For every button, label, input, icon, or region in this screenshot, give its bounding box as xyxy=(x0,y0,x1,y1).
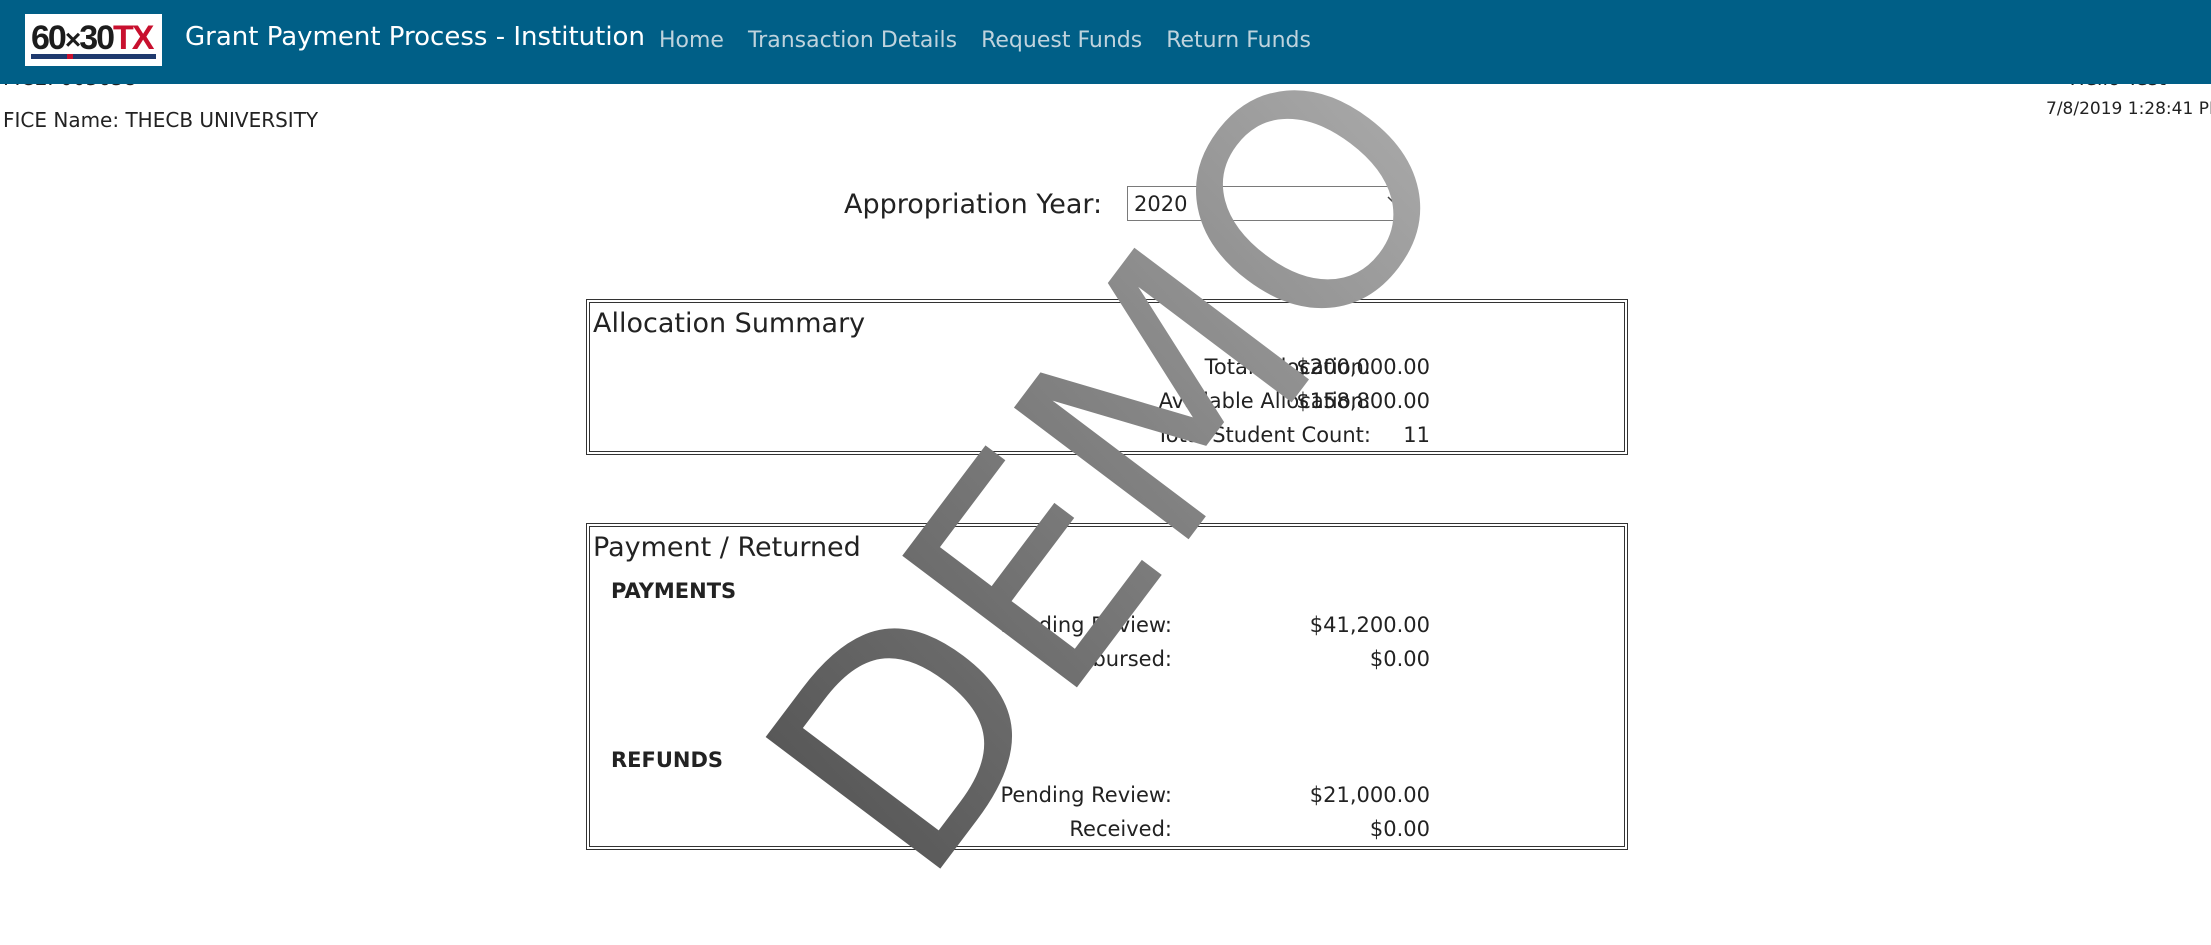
nav-link-return-funds[interactable]: Return Funds xyxy=(1166,26,1311,56)
brand-logo[interactable]: 60×30TX xyxy=(25,14,162,66)
main-nav: Home Transaction Details Request Funds R… xyxy=(659,26,1335,56)
nav-link-transaction-details[interactable]: Transaction Details xyxy=(748,26,957,56)
app-title: Grant Payment Process - Institution xyxy=(185,22,645,52)
available-allocation-value: $158,800.00 xyxy=(1296,389,1430,413)
nav-link-home[interactable]: Home xyxy=(659,26,724,56)
refunds-heading: REFUNDS xyxy=(611,748,724,772)
total-student-count-value: 11 xyxy=(1403,423,1430,447)
fice-name: FICE Name: THECB UNIVERSITY xyxy=(3,108,319,132)
allocation-summary-title: Allocation Summary xyxy=(593,308,866,339)
nav-link-request-funds[interactable]: Request Funds xyxy=(981,26,1142,56)
top-navbar: 60×30TX Grant Payment Process - Institut… xyxy=(0,0,2211,84)
payment-returned-title: Payment / Returned xyxy=(593,532,861,563)
chevron-down-icon xyxy=(1387,196,1401,205)
logo-wordmark: 60×30TX xyxy=(31,19,154,57)
refunds-pending-review-value: $21,000.00 xyxy=(1309,783,1430,807)
payments-heading: PAYMENTS xyxy=(611,579,737,603)
logo-underline xyxy=(31,54,156,59)
appropriation-year-value: 2020 xyxy=(1134,192,1188,216)
appropriation-year-label: Appropriation Year: xyxy=(844,189,1103,220)
total-allocation-value: $200,000.00 xyxy=(1296,355,1430,379)
payments-pending-review-value: $41,200.00 xyxy=(1309,613,1430,637)
appropriation-year-select[interactable]: 2020 xyxy=(1127,186,1410,221)
payments-disbursed-value: $0.00 xyxy=(1369,647,1430,671)
refunds-received-value: $0.00 xyxy=(1369,817,1430,841)
current-timestamp: 7/8/2019 1:28:41 PM xyxy=(2046,99,2211,119)
